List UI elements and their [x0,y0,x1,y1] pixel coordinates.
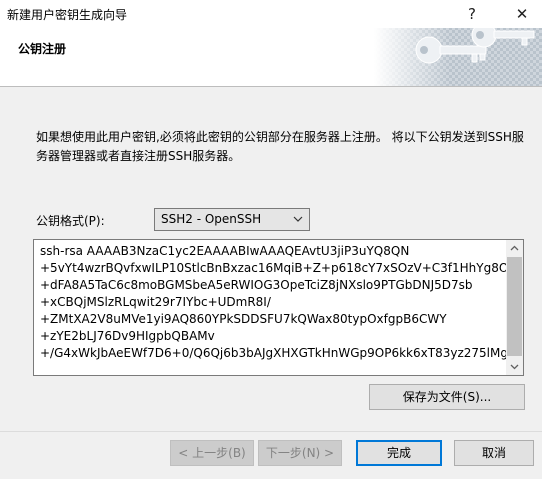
finish-button[interactable]: 完成 [356,440,442,466]
close-button[interactable]: ✕ [502,0,542,28]
format-label: 公钥格式(P): [36,214,105,228]
chevron-down-icon [293,216,303,222]
help-button[interactable]: ? [452,0,492,28]
scroll-up-icon[interactable] [510,244,519,253]
back-button[interactable]: < 上一步(B) [170,440,254,466]
public-key-text: ssh-rsa AAAAB3NzaC1yc2EAAAABIwAAAQEAvtU3… [40,244,506,360]
format-select[interactable]: SSH2 - OpenSSH [154,208,310,231]
description-text: 如果想使用此用户密钥,必须将此密钥的公钥部分在服务器上注册。 将以下公钥发送到S… [36,130,524,163]
format-select-value: SSH2 - OpenSSH [161,212,262,226]
footer-divider [0,431,542,432]
scroll-down-icon[interactable] [510,362,519,371]
title-bar: 新建用户密钥生成向导 ? ✕ [0,0,542,28]
close-icon: ✕ [515,5,529,23]
window-title: 新建用户密钥生成向导 [7,8,128,22]
key-scrollbar[interactable] [506,240,523,375]
scroll-thumb[interactable] [507,257,522,356]
wizard-content: 如果想使用此用户密钥,必须将此密钥的公钥部分在服务器上注册。 将以下公钥发送到S… [0,87,542,431]
next-button[interactable]: 下一步(N) > [258,440,342,466]
save-to-file-button[interactable]: 保存为文件(S)... [369,384,525,410]
page-title: 公钥注册 [18,42,67,56]
wizard-header: 公钥注册 [0,28,542,87]
cancel-button[interactable]: 取消 [454,440,534,466]
key-icon [374,28,542,86]
public-key-textbox[interactable]: ssh-rsa AAAAB3NzaC1yc2EAAAABIwAAAQEAvtU3… [33,239,524,376]
